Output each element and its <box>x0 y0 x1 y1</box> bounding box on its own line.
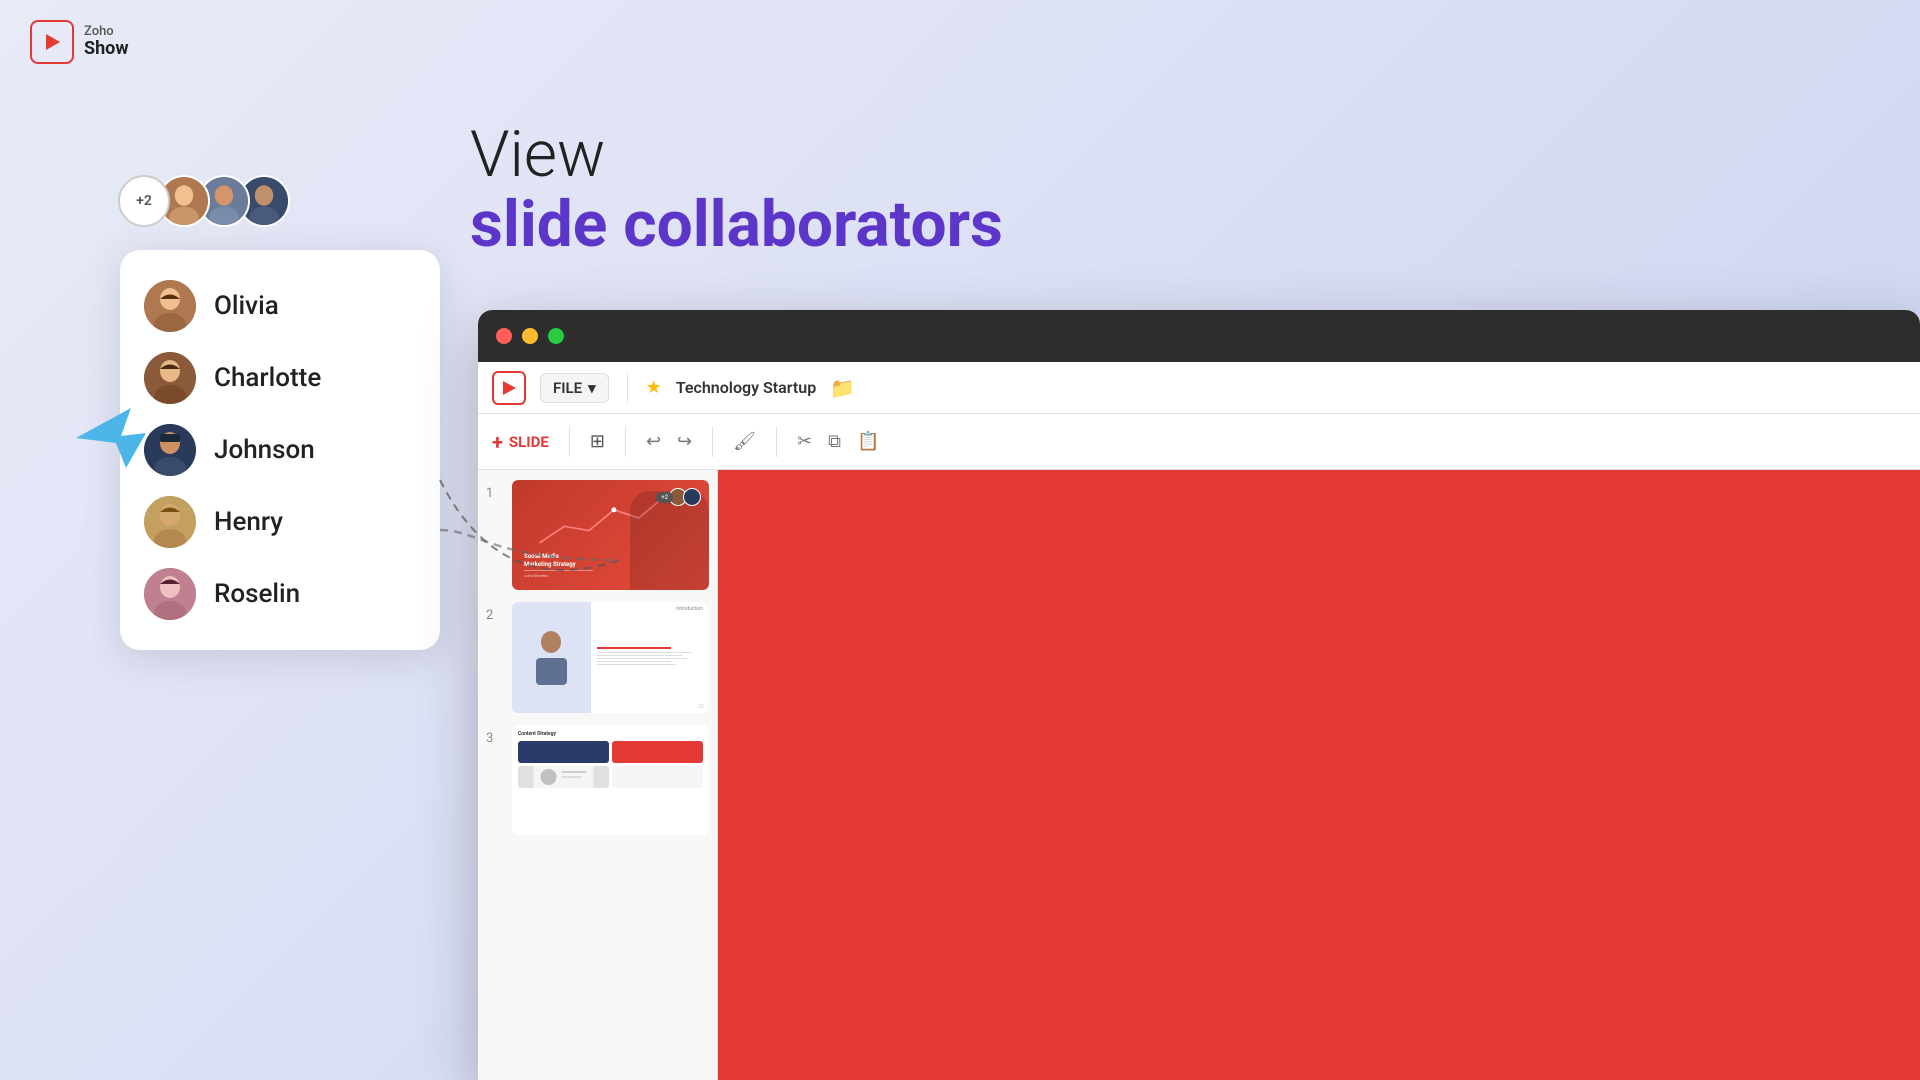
toolbar-separator-4 <box>712 427 713 457</box>
zoho-show-icon[interactable] <box>492 371 526 405</box>
traffic-light-yellow[interactable] <box>522 328 538 344</box>
slide1-content: Social MediaMarketing Strategy John Sime… <box>512 480 709 590</box>
paint-icon[interactable]: 🖌 <box>733 431 756 452</box>
collab-name-henry: Henry <box>214 507 283 537</box>
arrow-pointer <box>76 408 146 472</box>
avatar-plus-count: +2 <box>118 175 170 227</box>
star-icon[interactable]: ★ <box>646 377 662 398</box>
slide-preview-3[interactable]: Content Strategy <box>512 725 709 835</box>
logo-text: Zoho Show <box>84 25 129 59</box>
toolbar-separator-2 <box>569 427 570 457</box>
canvas-slide-red <box>718 470 1920 1080</box>
slide3-grid <box>518 741 703 788</box>
logo-zoho: Zoho <box>84 25 129 39</box>
browser-window: FILE ▾ ★ Technology Startup 📁 + SLIDE ⊞ … <box>478 310 1920 1080</box>
slide2-person-area <box>512 602 591 712</box>
slide-thumb-1[interactable]: 1 <box>486 480 709 590</box>
toolbar-separator-3 <box>625 427 626 457</box>
slides-panel: 1 <box>478 470 718 1080</box>
slide-number-3: 3 <box>486 731 502 746</box>
collab-item-charlotte[interactable]: Charlotte <box>136 342 424 414</box>
slide2-label: Introduction <box>676 606 703 612</box>
plus-icon: + <box>492 430 503 454</box>
logo: Zoho Show <box>30 20 129 64</box>
traffic-light-green[interactable] <box>548 328 564 344</box>
slide-number-2: 2 <box>486 608 502 623</box>
slide-label: SLIDE <box>509 433 549 451</box>
avatar-charlotte <box>144 352 196 404</box>
undo-icon[interactable]: ↩ <box>646 431 661 452</box>
collab-item-olivia[interactable]: Olivia <box>136 270 424 342</box>
scissors-icon[interactable]: ✂ <box>797 431 812 452</box>
folder-icon[interactable]: 📁 <box>830 376 855 400</box>
slide2-content: Introduction <box>512 602 709 712</box>
slide3-cell-3 <box>518 766 609 788</box>
slide-thumb-2[interactable]: 2 Introduction <box>486 602 709 712</box>
slide-preview-2[interactable]: Introduction <box>512 602 709 712</box>
collab-item-johnson[interactable]: Johnson <box>136 414 424 486</box>
avatar-olivia <box>144 280 196 332</box>
collab-name-charlotte: Charlotte <box>214 363 321 393</box>
slide3-cell-4 <box>612 766 703 788</box>
traffic-light-red[interactable] <box>496 328 512 344</box>
file-title: Technology Startup <box>676 378 816 397</box>
browser-main: 1 <box>478 470 1920 1080</box>
file-label: FILE <box>553 379 582 397</box>
collab-name-johnson: Johnson <box>214 435 315 465</box>
collab-item-roselin[interactable]: Roselin <box>136 558 424 630</box>
avatar-henry <box>144 496 196 548</box>
copy-icon[interactable]: ⧉ <box>828 431 841 452</box>
collab-badge-count: +2 <box>656 492 673 503</box>
browser-toolbar: FILE ▾ ★ Technology Startup 📁 <box>478 362 1920 414</box>
floating-avatars: +2 <box>118 175 290 227</box>
slide2-text-area <box>591 641 709 673</box>
avatar-johnson <box>144 424 196 476</box>
logo-icon <box>30 20 74 64</box>
avatar-roselin <box>144 568 196 620</box>
slide1-collab-badge: +2 <box>656 488 701 506</box>
slide3-title: Content Strategy <box>518 731 703 737</box>
slide3-cell-1 <box>518 741 609 763</box>
toolbar-separator-1 <box>627 373 628 403</box>
add-slide-button[interactable]: + SLIDE <box>492 430 549 454</box>
collab-name-olivia: Olivia <box>214 291 279 321</box>
heading-area: View slide collaborators <box>470 120 1003 261</box>
slide3-content: Content Strategy <box>512 725 709 835</box>
collab-av-2 <box>683 488 701 506</box>
browser-titlebar <box>478 310 1920 362</box>
paste-icon[interactable]: 📋 <box>857 431 879 452</box>
redo-icon[interactable]: ↪ <box>677 431 692 452</box>
heading-line1: View <box>470 120 1003 190</box>
slide-thumb-3[interactable]: 3 Content Strategy <box>486 725 709 835</box>
logo-show: Show <box>84 39 129 59</box>
collab-name-roselin: Roselin <box>214 579 300 609</box>
slide-number-1: 1 <box>486 486 502 501</box>
slide2-page-num: 02 <box>698 704 704 710</box>
collaborators-panel: Olivia Charlotte Johnson <box>120 250 440 650</box>
layout-icon[interactable]: ⊞ <box>590 431 605 452</box>
slide-preview-1[interactable]: Social MediaMarketing Strategy John Sime… <box>512 480 709 590</box>
toolbar-separator-5 <box>776 427 777 457</box>
file-dropdown-icon: ▾ <box>588 379 596 397</box>
slide-toolbar: + SLIDE ⊞ ↩ ↪ 🖌 ✂ ⧉ 📋 <box>478 414 1920 470</box>
heading-line2: slide collaborators <box>470 190 1003 260</box>
collab-item-henry[interactable]: Henry <box>136 486 424 558</box>
main-canvas <box>718 470 1920 1080</box>
slide3-cell-2 <box>612 741 703 763</box>
file-button[interactable]: FILE ▾ <box>540 373 609 403</box>
